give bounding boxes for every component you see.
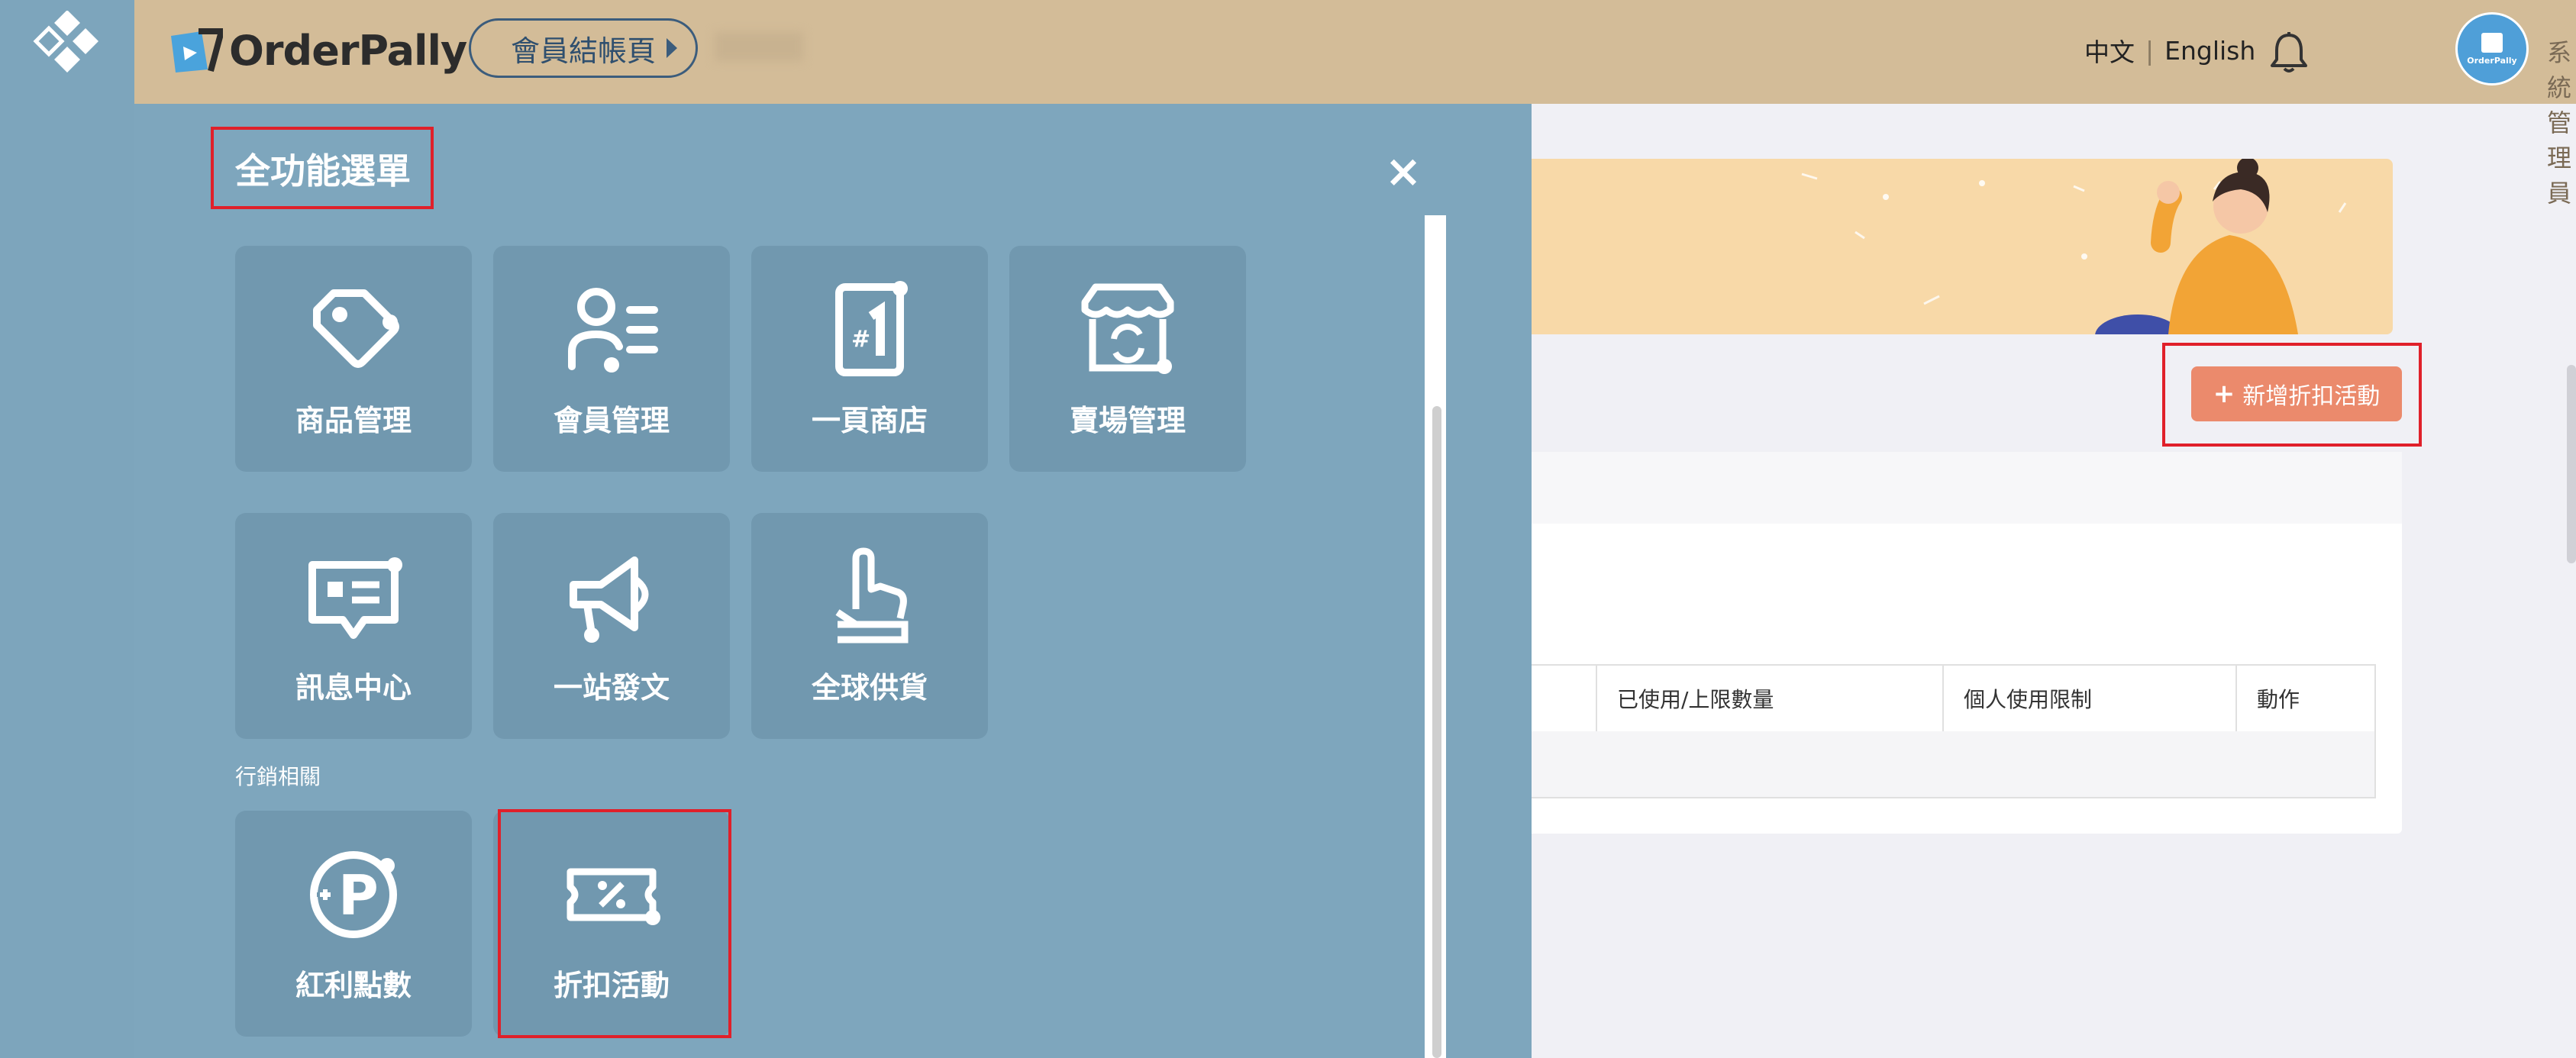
tile-label: 紅利點數 xyxy=(295,969,412,1002)
current-page-label: 會員結帳頁 xyxy=(511,34,657,68)
highlight-menu-title xyxy=(211,127,434,209)
tile-label: 全球供貨 xyxy=(811,671,928,705)
discount-table: 已使用/上限數量 個人使用限制 動作 xyxy=(1496,664,2376,798)
points-icon: P xyxy=(310,851,397,938)
avatar-label: OrderPally xyxy=(2467,55,2517,66)
brand-name: OrderPally xyxy=(229,26,467,75)
tile-one-stop-post[interactable]: 一站發文 xyxy=(493,513,730,739)
table-row xyxy=(1498,731,2374,797)
table-header-row: 已使用/上限數量 個人使用限制 動作 xyxy=(1498,666,2374,733)
tile-label: 一頁商店 xyxy=(811,404,928,437)
admin-name[interactable]: 系統管理員 xyxy=(2547,34,2576,209)
bell-icon[interactable] xyxy=(2269,31,2309,73)
brand-logo-icon xyxy=(171,28,223,73)
col-header-personal-limit[interactable]: 個人使用限制 xyxy=(1942,666,2235,731)
current-page-pill[interactable]: 會員結帳頁 xyxy=(469,18,698,78)
member-list-icon xyxy=(568,288,658,373)
tile-label: 商品管理 xyxy=(295,404,412,437)
function-menu-overlay: 全功能選單 × 商品管理 會員管理 # 一頁商店 賣場管理 訊息中心 一站發文 … xyxy=(134,104,1532,1058)
lang-en-link[interactable]: English xyxy=(2164,36,2255,66)
tile-label: 會員管理 xyxy=(553,404,670,437)
avatar-logo-icon xyxy=(2481,32,2503,53)
app-logo-icon[interactable] xyxy=(29,11,105,87)
tile-store-management[interactable]: 賣場管理 xyxy=(1009,246,1246,472)
tile-label: 賣場管理 xyxy=(1069,404,1186,437)
avatar[interactable]: OrderPally xyxy=(2455,12,2529,85)
highlight-discount-tile xyxy=(498,809,731,1038)
col-header-action: 動作 xyxy=(2235,666,2374,731)
menu-scrollbar-thumb[interactable] xyxy=(1432,406,1441,1058)
tile-member-management[interactable]: 會員管理 xyxy=(493,246,730,472)
caret-right-icon xyxy=(667,38,678,58)
close-icon[interactable]: × xyxy=(1382,149,1425,193)
svg-text:#: # xyxy=(851,326,870,353)
tag-icon xyxy=(313,289,399,368)
highlight-add-button xyxy=(2162,343,2422,447)
lang-zh-link[interactable]: 中文 xyxy=(2084,32,2135,69)
one-page-store-icon: # xyxy=(835,281,908,376)
megaphone-icon xyxy=(570,556,649,643)
tile-message-center[interactable]: 訊息中心 xyxy=(235,513,472,739)
tile-one-page-store[interactable]: # 一頁商店 xyxy=(751,246,988,472)
brand-logo[interactable]: OrderPally xyxy=(168,23,467,78)
blurred-store-name xyxy=(715,32,803,61)
svg-text:P: P xyxy=(338,863,379,927)
pointing-hand-icon xyxy=(835,547,909,644)
card-filter-bar xyxy=(1496,452,2402,524)
tile-product-management[interactable]: 商品管理 xyxy=(235,246,472,472)
page-banner xyxy=(1496,159,2393,334)
left-rail xyxy=(0,0,134,1058)
tile-label: 訊息中心 xyxy=(295,671,412,705)
col-header-usage[interactable]: 已使用/上限數量 xyxy=(1596,666,1942,731)
top-header: OrderPally 會員結帳頁 中文 | English OrderPally… xyxy=(134,0,2576,208)
tile-bonus-points[interactable]: P 紅利點數 xyxy=(235,811,472,1037)
storefront-icon xyxy=(1081,283,1174,374)
section-label-marketing: 行銷相關 xyxy=(235,764,321,789)
tile-global-supply[interactable]: 全球供貨 xyxy=(751,513,988,739)
lang-separator: | xyxy=(2145,35,2155,66)
tile-label: 一站發文 xyxy=(553,671,670,705)
message-icon xyxy=(308,557,402,639)
banner-illustration xyxy=(1501,159,2347,334)
language-switcher: 中文 | English xyxy=(2084,32,2255,69)
page-scrollbar[interactable] xyxy=(2567,365,2576,563)
